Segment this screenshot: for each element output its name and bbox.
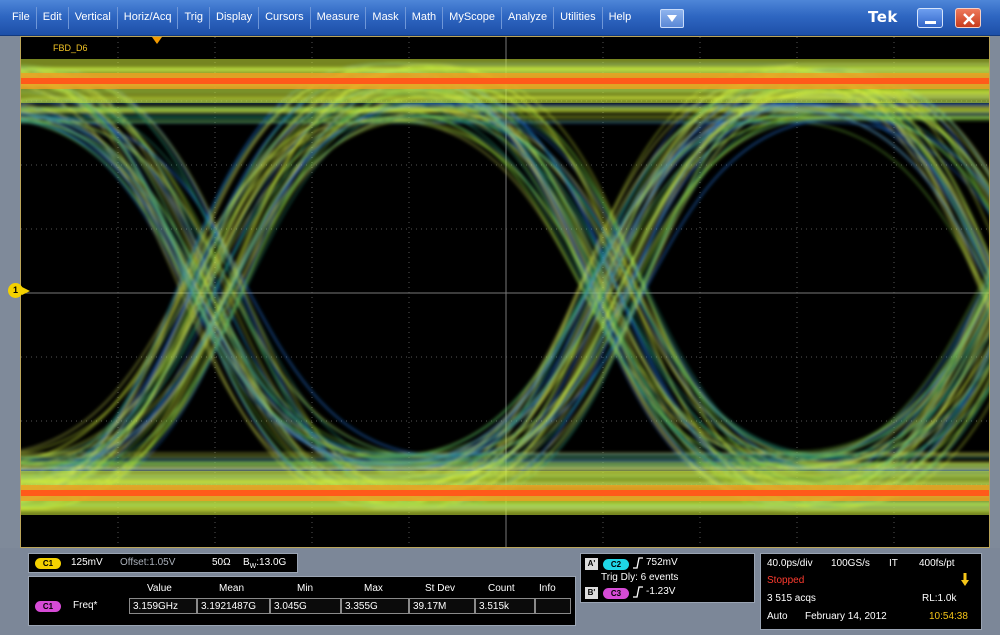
close-button[interactable]: [955, 8, 981, 28]
header-value: Value: [147, 583, 172, 594]
acq-mode: IT: [889, 558, 898, 569]
acq-count: 3 515 acqs: [767, 593, 816, 604]
record-length: RL:1.0k: [922, 593, 957, 604]
menu-trig[interactable]: Trig: [178, 7, 211, 29]
rising-edge-icon: [633, 557, 643, 569]
trigger-b-label: B': [585, 587, 598, 599]
channel-label: FBD_D6: [53, 43, 88, 53]
trigger-delay: Trig Dly: 6 events: [601, 572, 679, 583]
vertical-scale: 125mV: [71, 557, 103, 568]
menu-display[interactable]: Display: [210, 7, 260, 29]
menu-bar: File Edit Vertical Horiz/Acq Trig Displa…: [0, 0, 1000, 36]
menu-mask[interactable]: Mask: [366, 7, 406, 29]
eye-rail-hot: [21, 490, 989, 496]
menu-math[interactable]: Math: [406, 7, 444, 29]
timebase: 40.0ps/div: [767, 558, 813, 569]
menu-myscope[interactable]: MyScope: [443, 7, 503, 29]
menu-cursors[interactable]: Cursors: [259, 7, 311, 29]
menu-horiz-acq[interactable]: Horiz/Acq: [118, 7, 179, 29]
tek-logo: Tek: [868, 8, 898, 26]
resolution: 400fs/pt: [919, 558, 955, 569]
trigger-b-source: C3: [603, 588, 629, 599]
acq-time: 10:54:38: [929, 611, 968, 622]
meas-count: 3.515k: [475, 598, 535, 614]
run-status: Stopped: [767, 575, 805, 586]
meas-info: [535, 598, 571, 614]
menu-file[interactable]: File: [6, 7, 37, 29]
measurement-table[interactable]: Value Mean Min Max St Dev Count Info C1 …: [28, 576, 576, 626]
rising-edge-icon: [633, 586, 643, 598]
ch1-badge: C1: [35, 558, 61, 569]
trigger-a-label: A': [585, 558, 598, 570]
trigger-readout[interactable]: A' C2 752mV Trig Dly: 6 events B' C3 -1.…: [580, 553, 755, 603]
menu-items: File Edit Vertical Horiz/Acq Trig Displa…: [6, 7, 637, 29]
meas-mean: 3.1921487G: [197, 598, 270, 614]
trigger-mode: Auto: [767, 611, 788, 622]
meas-value: 3.159GHz: [129, 598, 197, 614]
acq-date: February 14, 2012: [805, 611, 887, 622]
menu-measure[interactable]: Measure: [311, 7, 367, 29]
acquisition-readout[interactable]: 40.0ps/div 100GS/s IT 400fs/pt Stopped 3…: [760, 553, 982, 630]
meas-max: 3.355G: [341, 598, 409, 614]
trigger-a-level: 752mV: [646, 557, 678, 568]
eye-diagram: [21, 37, 989, 547]
chevron-down-icon: [667, 15, 677, 22]
eye-rail-hot: [21, 78, 989, 84]
close-icon: [963, 13, 975, 25]
header-max: Max: [364, 583, 383, 594]
channel-readout[interactable]: C1 125mV Offset:1.05V 50Ω BW:13.0G: [28, 553, 298, 573]
meas-min: 3.045G: [270, 598, 341, 614]
header-mean: Mean: [219, 583, 245, 594]
minimize-button[interactable]: [917, 8, 943, 28]
bandwidth-value: BW:13.0G: [243, 557, 287, 570]
trigger-b-level: -1.23V: [646, 586, 676, 597]
header-stdev: St Dev: [425, 583, 456, 594]
meas-label: Freq*: [73, 600, 98, 611]
minimize-icon: [925, 21, 936, 24]
impedance-value: 50Ω: [212, 557, 231, 568]
menu-help[interactable]: Help: [603, 7, 638, 29]
menu-dropdown-button[interactable]: [660, 9, 684, 28]
header-info: Info: [539, 583, 556, 594]
waveform-display[interactable]: FBD_D6: [20, 36, 990, 548]
ch1-ground-marker[interactable]: 1: [8, 283, 23, 298]
meas-stdev: 39.17M: [409, 598, 475, 614]
menu-utilities[interactable]: Utilities: [554, 7, 603, 29]
status-area: C1 125mV Offset:1.05V 50Ω BW:13.0G Value…: [0, 548, 1000, 635]
meas-source-badge: C1: [35, 601, 61, 612]
menu-vertical[interactable]: Vertical: [69, 7, 118, 29]
sample-rate: 100GS/s: [831, 558, 870, 569]
offset-value: Offset:1.05V: [120, 557, 176, 568]
header-count: Count: [488, 583, 515, 594]
arrow-down-icon: [961, 573, 969, 586]
menu-analyze[interactable]: Analyze: [502, 7, 555, 29]
menu-edit[interactable]: Edit: [37, 7, 69, 29]
trigger-position-icon[interactable]: [152, 37, 162, 45]
header-min: Min: [297, 583, 314, 594]
ch1-arrow-icon: [22, 287, 30, 295]
trigger-a-source: C2: [603, 559, 629, 570]
